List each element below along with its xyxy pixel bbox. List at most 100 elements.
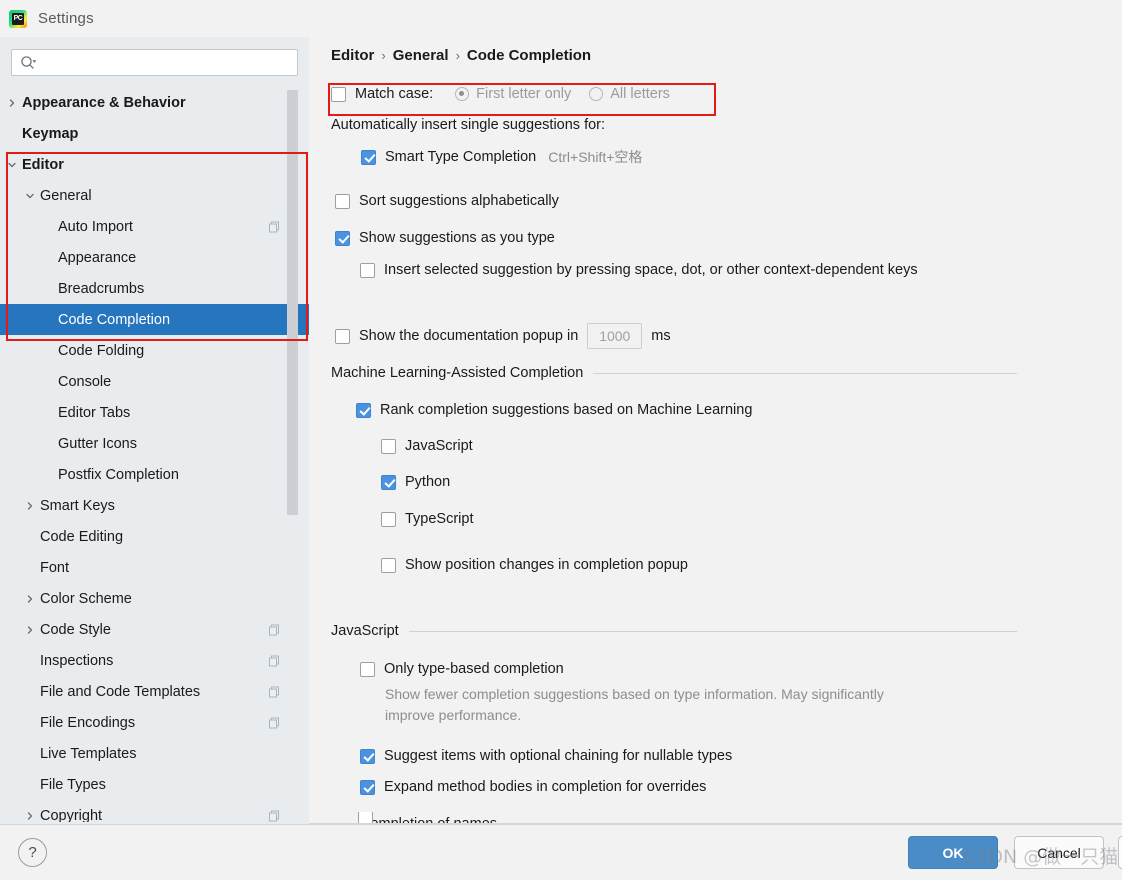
sort-alphabetically-checkbox[interactable] bbox=[335, 193, 350, 209]
show-as-you-type-row[interactable]: Show suggestions as you type bbox=[335, 230, 555, 246]
ml-rank-row[interactable]: Rank completion suggestions based on Mac… bbox=[356, 402, 752, 418]
ml-language-javascript-row[interactable]: JavaScript bbox=[381, 438, 473, 454]
help-button[interactable]: ? bbox=[18, 838, 47, 867]
search-box[interactable] bbox=[11, 49, 298, 76]
smart-type-completion-checkbox[interactable] bbox=[361, 149, 376, 165]
auto-insert-header: Automatically insert single suggestions … bbox=[331, 117, 605, 133]
ml-language-python-checkbox[interactable] bbox=[381, 474, 396, 490]
ml-position-changes-row[interactable]: Show position changes in completion popu… bbox=[381, 557, 688, 573]
chevron-right-icon[interactable] bbox=[23, 809, 37, 823]
sidebar-item-label: Breadcrumbs bbox=[58, 280, 145, 297]
sidebar-item-code-style[interactable]: Code Style bbox=[0, 614, 309, 645]
sidebar-item-appearance-behavior[interactable]: Appearance & Behavior bbox=[0, 87, 309, 118]
settings-main-panel: Editor › General › Code Completion Match… bbox=[309, 37, 1122, 824]
sidebar-item-label: Auto Import bbox=[58, 218, 133, 235]
match-case-option-first-letter[interactable]: First letter only bbox=[455, 86, 571, 102]
breadcrumb-part-editor[interactable]: Editor bbox=[331, 47, 374, 64]
sidebar-item-code-folding[interactable]: Code Folding bbox=[0, 335, 309, 366]
show-as-you-type-checkbox[interactable] bbox=[335, 230, 350, 246]
doc-popup-row[interactable]: Show the documentation popup in 1000 ms bbox=[335, 323, 671, 349]
js-type-based-checkbox[interactable] bbox=[360, 661, 375, 677]
sidebar-item-inspections[interactable]: Inspections bbox=[0, 645, 309, 676]
apply-button[interactable]: Apply bbox=[1118, 836, 1122, 869]
sidebar-item-keymap[interactable]: Keymap bbox=[0, 118, 309, 149]
js-optional-chaining-row[interactable]: Suggest items with optional chaining for… bbox=[360, 748, 732, 764]
copy-settings-icon bbox=[268, 220, 281, 233]
js-type-based-row[interactable]: Only type-based completion bbox=[360, 661, 564, 677]
sidebar-item-file-types[interactable]: File Types bbox=[0, 769, 309, 800]
sidebar-item-editor-tabs[interactable]: Editor Tabs bbox=[0, 397, 309, 428]
js-expand-method-checkbox[interactable] bbox=[360, 779, 375, 795]
sort-alphabetically-row[interactable]: Sort suggestions alphabetically bbox=[335, 193, 559, 209]
sidebar-item-label: File Encodings bbox=[40, 714, 136, 731]
sidebar-item-console[interactable]: Console bbox=[0, 366, 309, 397]
breadcrumb-part-general[interactable]: General bbox=[393, 47, 449, 64]
search-input[interactable] bbox=[36, 55, 297, 70]
sidebar-item-code-editing[interactable]: Code Editing bbox=[0, 521, 309, 552]
smart-type-completion-shortcut: Ctrl+Shift+空格 bbox=[548, 149, 643, 165]
settings-tree[interactable]: Appearance & Behavior Keymap Editor General… bbox=[0, 87, 309, 824]
sidebar-item-label: Code Completion bbox=[58, 311, 171, 328]
ml-language-python-row[interactable]: Python bbox=[381, 474, 450, 490]
sidebar-item-label: Console bbox=[58, 373, 112, 390]
ml-language-typescript-label: TypeScript bbox=[405, 511, 474, 527]
sidebar-item-code-completion[interactable]: Code Completion bbox=[0, 304, 309, 335]
copy-settings-icon bbox=[268, 685, 281, 698]
settings-dialog: PC Settings Appearance & Behavior Keymap E… bbox=[0, 0, 1122, 880]
insert-selected-suggestion-checkbox[interactable] bbox=[360, 262, 375, 278]
cancel-button[interactable]: Cancel bbox=[1014, 836, 1104, 869]
chevron-down-icon[interactable] bbox=[23, 189, 37, 203]
sidebar-item-editor[interactable]: Editor bbox=[0, 149, 309, 180]
sidebar-item-smart-keys[interactable]: Smart Keys bbox=[0, 490, 309, 521]
sidebar-item-color-scheme[interactable]: Color Scheme bbox=[0, 583, 309, 614]
chevron-right-icon[interactable] bbox=[23, 499, 37, 513]
sidebar-item-file-and-code-templates[interactable]: File and Code Templates bbox=[0, 676, 309, 707]
js-optional-chaining-checkbox[interactable] bbox=[360, 748, 375, 764]
radio-all-letters[interactable] bbox=[589, 87, 604, 101]
ml-language-python-label: Python bbox=[405, 474, 451, 490]
sidebar-item-general[interactable]: General bbox=[0, 180, 309, 211]
copy-settings-icon bbox=[268, 809, 281, 822]
doc-popup-delay-input[interactable]: 1000 bbox=[587, 323, 643, 349]
chevron-down-icon[interactable] bbox=[5, 158, 19, 172]
radio-first-letter-only[interactable] bbox=[455, 87, 470, 101]
smart-type-completion-row[interactable]: Smart Type Completion Ctrl+Shift+空格 bbox=[361, 147, 642, 167]
copy-settings-icon bbox=[268, 654, 281, 667]
ml-language-javascript-checkbox[interactable] bbox=[381, 438, 396, 454]
insert-selected-suggestion-row[interactable]: Insert selected suggestion by pressing s… bbox=[360, 262, 918, 278]
ml-position-changes-checkbox[interactable] bbox=[381, 557, 396, 573]
ml-language-javascript-label: JavaScript bbox=[405, 438, 473, 454]
sidebar-item-file-encodings[interactable]: File Encodings bbox=[0, 707, 309, 738]
match-case-label: Match case: bbox=[355, 86, 434, 102]
match-case-option-all-letters[interactable]: All letters bbox=[589, 86, 670, 102]
sidebar-item-copyright[interactable]: Copyright bbox=[0, 800, 309, 824]
sidebar-item-appearance[interactable]: Appearance bbox=[0, 242, 309, 273]
ml-rank-checkbox[interactable] bbox=[356, 402, 371, 418]
ml-section-divider bbox=[593, 372, 1017, 374]
sidebar-item-auto-import[interactable]: Auto Import bbox=[0, 211, 309, 242]
match-case-checkbox[interactable] bbox=[331, 86, 346, 102]
js-expand-method-row[interactable]: Expand method bodies in completion for o… bbox=[360, 779, 706, 795]
ok-button[interactable]: OK bbox=[908, 836, 998, 869]
doc-popup-checkbox[interactable] bbox=[335, 328, 350, 344]
chevron-right-icon[interactable] bbox=[23, 623, 37, 637]
sidebar-item-postfix-completion[interactable]: Postfix Completion bbox=[0, 459, 309, 490]
js-section-title: JavaScript bbox=[331, 623, 399, 639]
copy-settings-icon bbox=[268, 716, 281, 729]
sidebar-item-label: Color Scheme bbox=[40, 590, 132, 607]
chevron-right-icon[interactable] bbox=[23, 592, 37, 606]
ml-language-typescript-checkbox[interactable] bbox=[381, 511, 396, 527]
sidebar-item-font[interactable]: Font bbox=[0, 552, 309, 583]
sidebar-item-live-templates[interactable]: Live Templates bbox=[0, 738, 309, 769]
ml-language-typescript-row[interactable]: TypeScript bbox=[381, 511, 474, 527]
chevron-right-icon[interactable] bbox=[5, 96, 19, 110]
js-section-header: JavaScript bbox=[331, 623, 1122, 639]
sidebar-item-gutter-icons[interactable]: Gutter Icons bbox=[0, 428, 309, 459]
sidebar-item-label: General bbox=[40, 187, 92, 204]
sidebar-scrollbar-thumb[interactable] bbox=[287, 90, 298, 515]
sidebar-item-breadcrumbs[interactable]: Breadcrumbs bbox=[0, 273, 309, 304]
